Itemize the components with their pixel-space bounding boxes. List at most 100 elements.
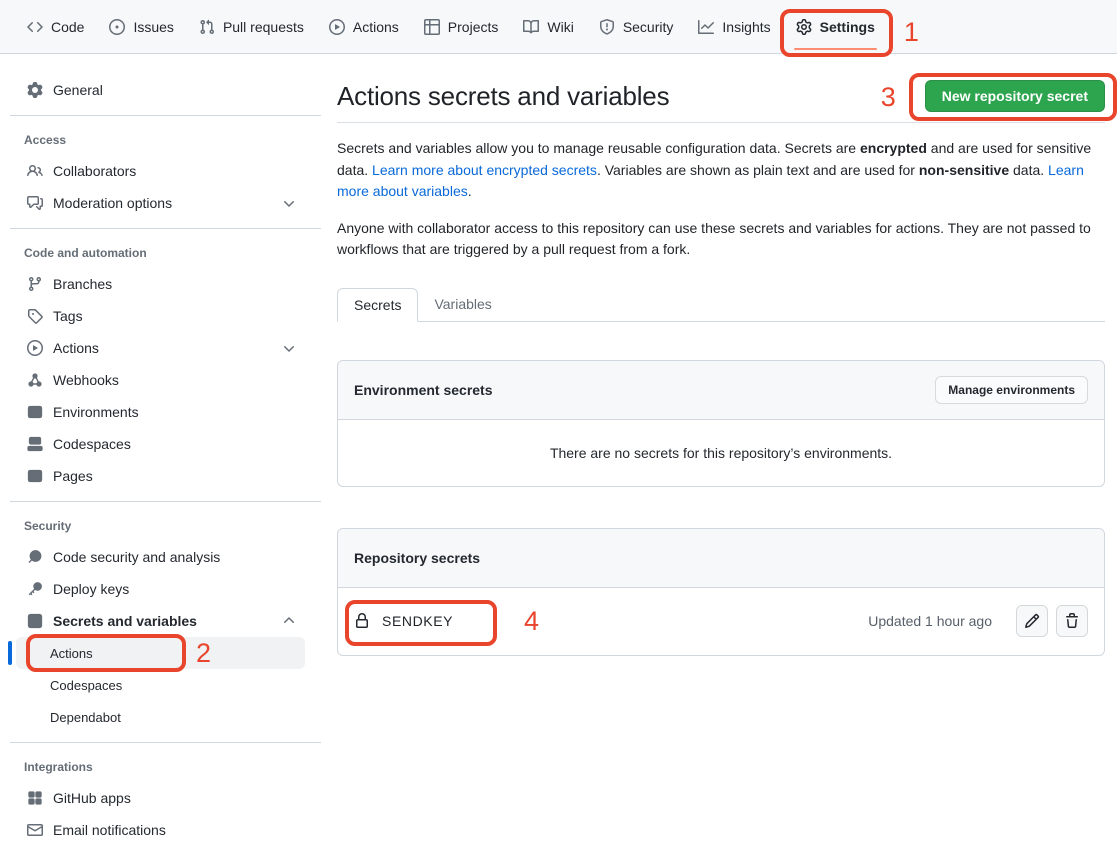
sidebar-item-deploy-keys[interactable]: Deploy keys xyxy=(16,573,305,605)
intro-text: Secrets and variables allow you to manag… xyxy=(337,138,1105,261)
tab-issues[interactable]: Issues xyxy=(101,12,181,42)
sidebar-item-label: Secrets and variables xyxy=(53,613,197,629)
sidebar-item-webhooks[interactable]: Webhooks xyxy=(16,364,305,396)
sidebar-subitem-label: Dependabot xyxy=(50,710,121,725)
issue-opened-icon xyxy=(109,19,125,35)
delete-secret-button[interactable] xyxy=(1056,605,1088,637)
tab-security[interactable]: Security xyxy=(591,12,682,42)
tab-projects[interactable]: Projects xyxy=(416,12,507,42)
secret-name-wrap: SENDKEY 4 xyxy=(354,613,453,629)
play-icon xyxy=(329,19,345,35)
shield-icon xyxy=(599,19,615,35)
tab-pull-requests-label: Pull requests xyxy=(223,19,304,35)
sidebar-item-code-security[interactable]: Code security and analysis xyxy=(16,541,305,573)
tab-pull-requests[interactable]: Pull requests xyxy=(191,12,312,42)
sidebar-item-collaborators[interactable]: Collaborators xyxy=(16,155,305,187)
tab-variables[interactable]: Variables xyxy=(418,288,507,321)
sidebar-item-github-apps[interactable]: GitHub apps xyxy=(16,782,305,814)
link-learn-more-encrypted-secrets[interactable]: Learn more about encrypted secrets xyxy=(372,162,597,178)
sidebar-item-label: Branches xyxy=(53,276,112,292)
sidebar-item-branches[interactable]: Branches xyxy=(16,268,305,300)
apps-icon xyxy=(27,790,43,806)
sidebar-item-label: Moderation options xyxy=(53,195,172,211)
sidebar-subitem-codespaces[interactable]: Codespaces xyxy=(16,669,305,701)
tab-wiki[interactable]: Wiki xyxy=(515,12,581,42)
git-branch-icon xyxy=(27,276,43,292)
intro-paragraph-1: Secrets and variables allow you to manag… xyxy=(337,138,1105,203)
tag-icon xyxy=(27,308,43,324)
settings-active-underline xyxy=(794,48,877,50)
intro-text-segment: . Variables are shown as plain text and … xyxy=(597,162,919,178)
tab-settings[interactable]: Settings xyxy=(788,12,883,42)
secret-row: SENDKEY 4 Updated 1 hour ago xyxy=(338,588,1104,655)
mail-icon xyxy=(27,822,43,838)
sidebar-item-moderation-options[interactable]: Moderation options xyxy=(16,187,305,219)
secrets-variables-tabs: Secrets Variables xyxy=(337,288,1105,322)
environment-secrets-empty-text: There are no secrets for this repository… xyxy=(338,420,1104,486)
sidebar-item-email-notifications[interactable]: Email notifications xyxy=(16,814,305,846)
tab-issues-label: Issues xyxy=(133,19,173,35)
graph-icon xyxy=(698,19,714,35)
sidebar-item-general[interactable]: General xyxy=(16,74,305,106)
sidebar-item-secrets-and-variables[interactable]: Secrets and variables xyxy=(16,605,305,637)
intro-paragraph-2: Anyone with collaborator access to this … xyxy=(337,218,1105,261)
tab-actions[interactable]: Actions xyxy=(321,12,407,42)
environment-secrets-title: Environment secrets xyxy=(354,382,493,398)
sidebar-item-actions[interactable]: Actions xyxy=(16,332,305,364)
intro-text-segment: Secrets and variables allow you to manag… xyxy=(337,140,860,156)
environment-secrets-card: Environment secrets Manage environments … xyxy=(337,360,1105,487)
tab-insights[interactable]: Insights xyxy=(690,12,778,42)
sidebar-divider xyxy=(10,115,321,116)
sidebar-section-integrations: Integrations xyxy=(0,752,321,782)
sidebar-item-label: Webhooks xyxy=(53,372,119,388)
sidebar-item-label: Deploy keys xyxy=(53,581,129,597)
chevron-down-icon xyxy=(281,340,297,356)
sidebar-item-label: Collaborators xyxy=(53,163,136,179)
browser-icon xyxy=(27,468,43,484)
tab-code-label: Code xyxy=(51,19,84,35)
sidebar-divider xyxy=(10,501,321,502)
sidebar-item-environments[interactable]: Environments xyxy=(16,396,305,428)
sidebar-item-label: Environments xyxy=(53,404,139,420)
page-title: Actions secrets and variables xyxy=(337,81,669,112)
sidebar-item-label: Code security and analysis xyxy=(53,549,220,565)
chevron-up-icon xyxy=(281,613,297,629)
annotation-number-4: 4 xyxy=(524,608,539,635)
sidebar-item-tags[interactable]: Tags xyxy=(16,300,305,332)
manage-environments-button[interactable]: Manage environments xyxy=(935,376,1088,404)
intro-text-segment: . xyxy=(468,183,472,199)
sidebar-subitem-actions[interactable]: Actions 2 xyxy=(16,637,305,669)
tab-settings-wrap: Settings 1 xyxy=(788,12,883,42)
sidebar-subitem-label: Actions xyxy=(50,646,93,661)
new-repository-secret-button[interactable]: New repository secret xyxy=(925,80,1105,112)
sidebar-divider xyxy=(10,228,321,229)
trash-icon xyxy=(1064,613,1080,629)
sidebar-item-pages[interactable]: Pages xyxy=(16,460,305,492)
sidebar-item-label: Codespaces xyxy=(53,436,131,452)
sidebar-subitem-dependabot[interactable]: Dependabot xyxy=(16,701,305,733)
sidebar-item-label: Actions xyxy=(53,340,99,356)
secret-updated-timestamp: Updated 1 hour ago xyxy=(868,613,992,629)
repository-secrets-title: Repository secrets xyxy=(354,550,480,566)
sidebar-section-access: Access xyxy=(0,125,321,155)
git-pull-request-icon xyxy=(199,19,215,35)
gear-icon xyxy=(796,19,812,35)
new-repository-secret-wrap: New repository secret 3 xyxy=(925,80,1105,112)
sidebar-item-label: General xyxy=(53,82,103,98)
sidebar-item-codespaces[interactable]: Codespaces xyxy=(16,428,305,460)
tab-secrets[interactable]: Secrets xyxy=(337,288,418,322)
edit-secret-button[interactable] xyxy=(1016,605,1048,637)
annotation-number-2: 2 xyxy=(196,640,211,667)
repository-secrets-header: Repository secrets xyxy=(338,529,1104,588)
people-icon xyxy=(27,163,43,179)
server-icon xyxy=(27,404,43,420)
play-icon xyxy=(27,340,43,356)
tab-projects-label: Projects xyxy=(448,19,499,35)
tab-wiki-label: Wiki xyxy=(547,19,573,35)
key-asterisk-icon xyxy=(27,613,43,629)
tab-settings-label: Settings xyxy=(820,19,875,35)
secret-name: SENDKEY xyxy=(382,613,453,629)
intro-text-segment: data. xyxy=(1009,162,1048,178)
tab-code[interactable]: Code xyxy=(19,12,92,42)
codescan-icon xyxy=(27,549,43,565)
